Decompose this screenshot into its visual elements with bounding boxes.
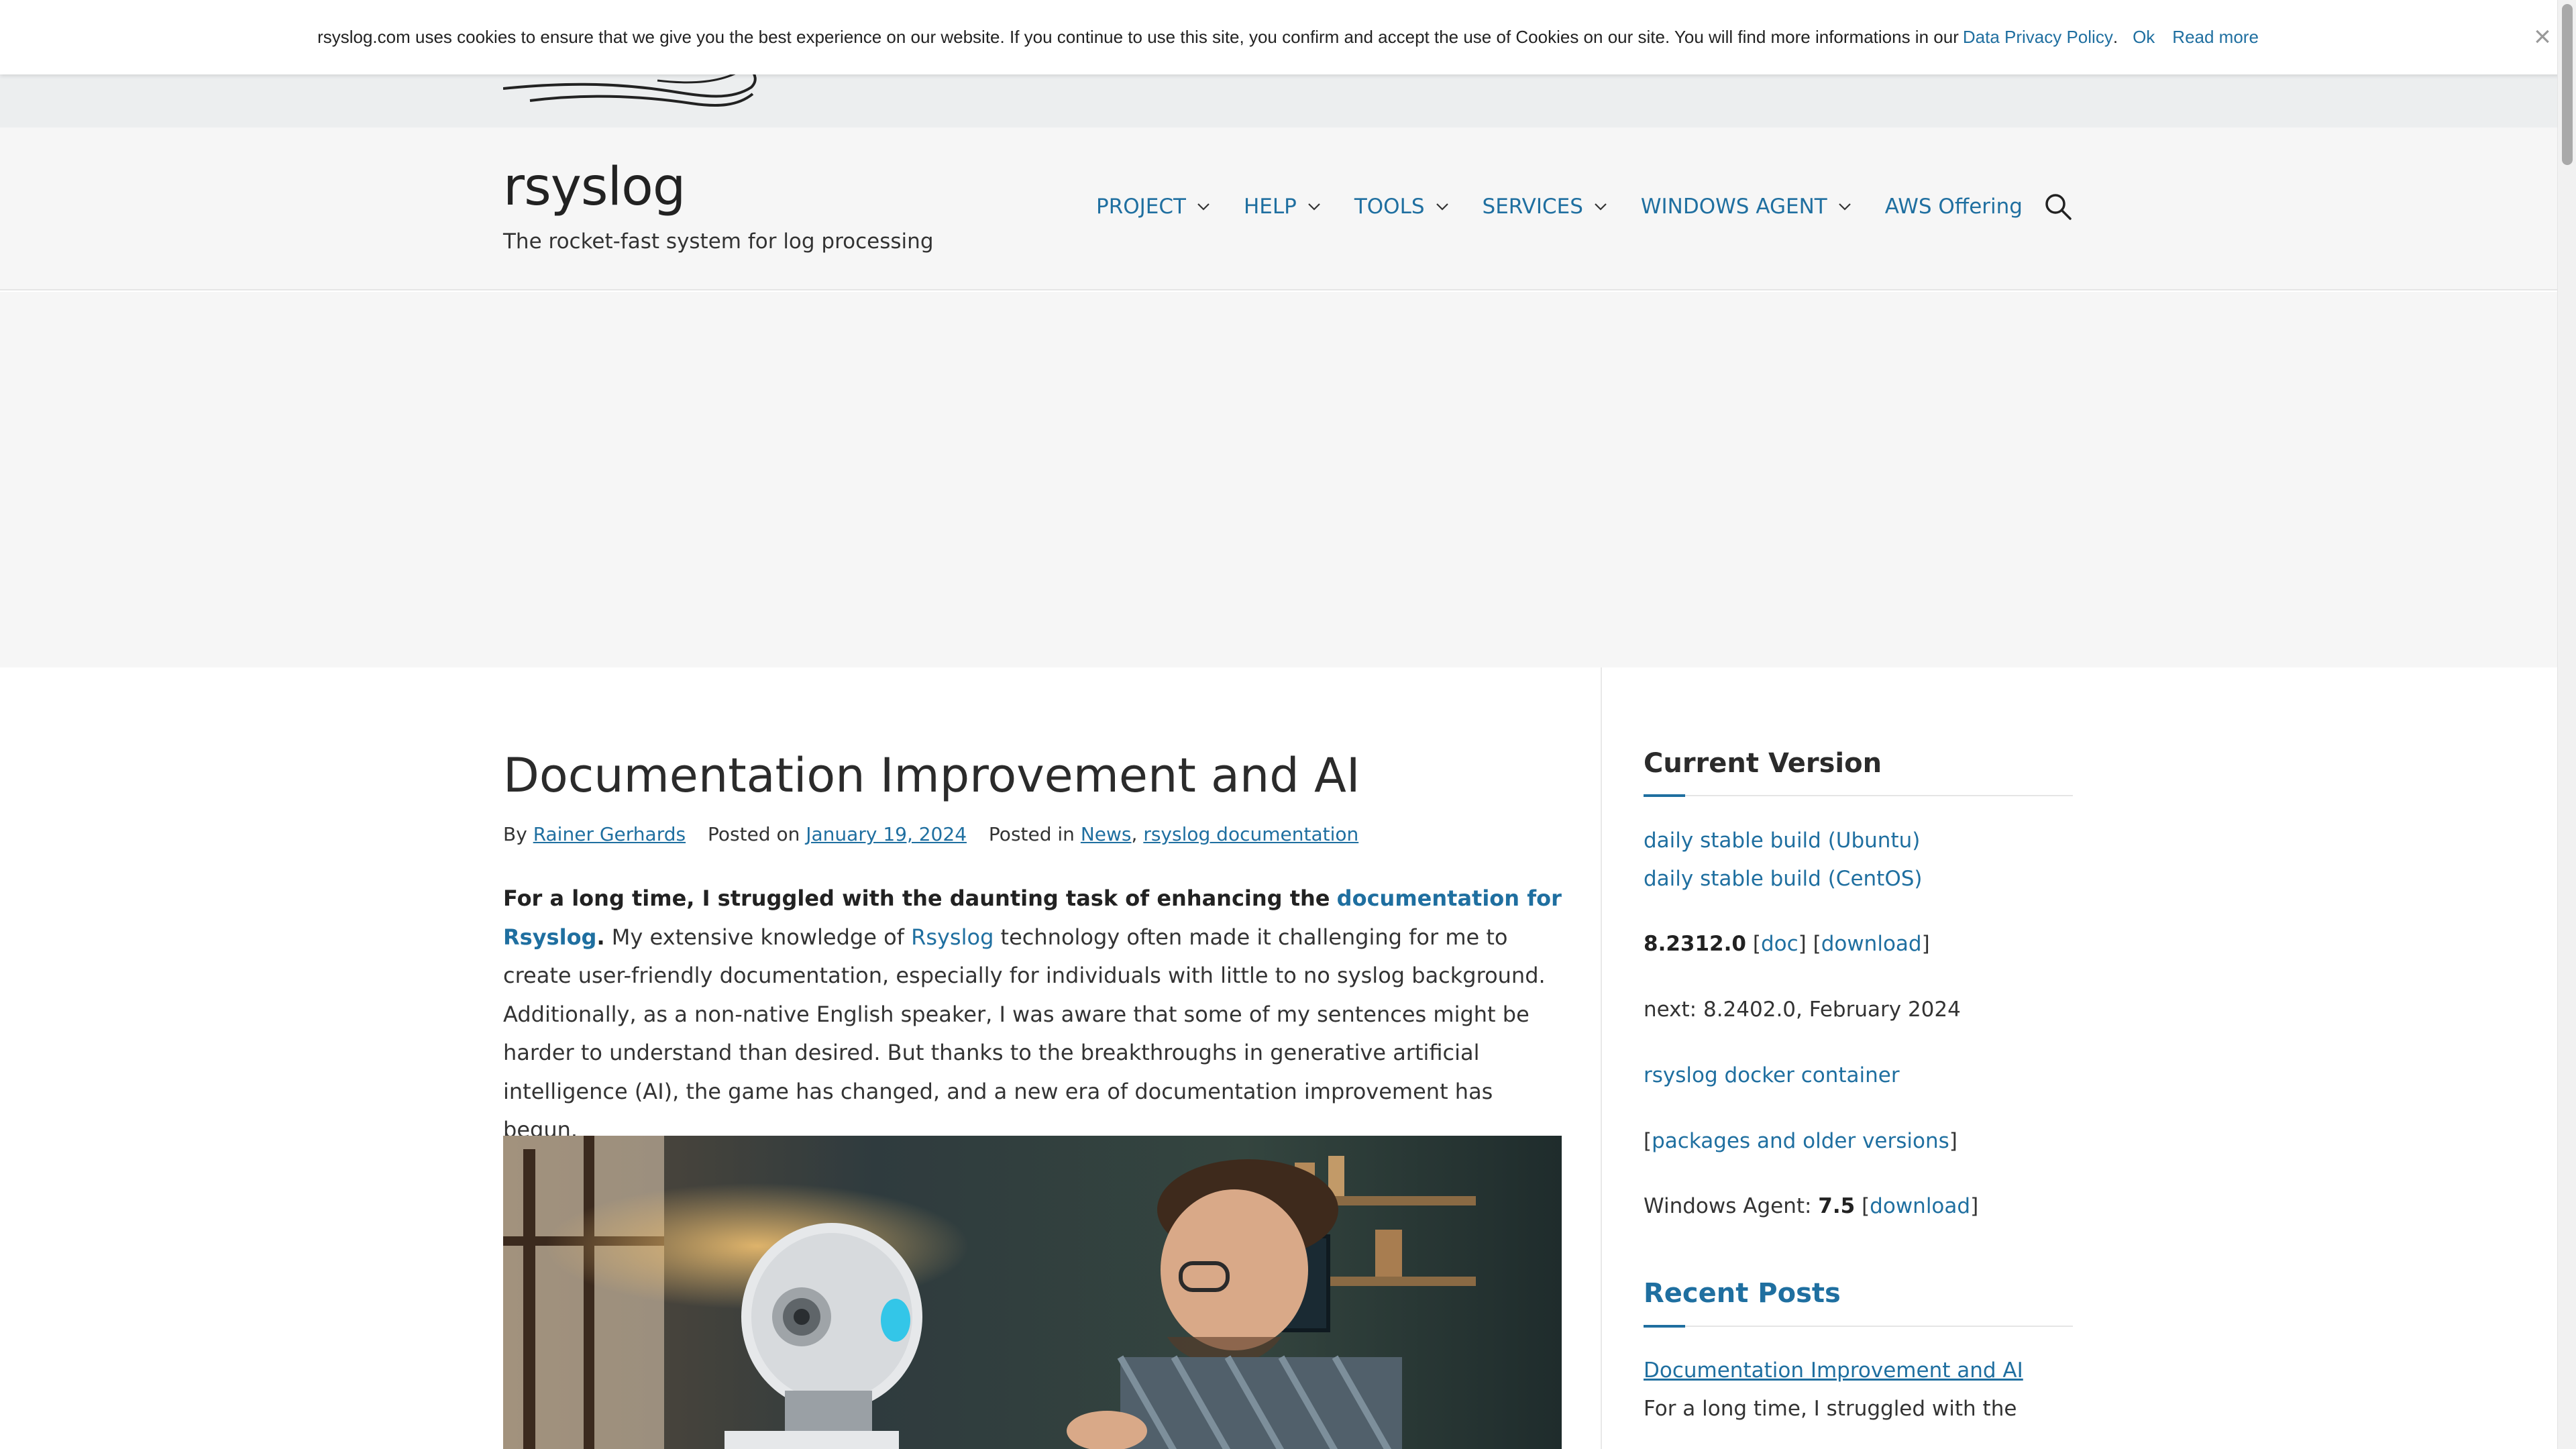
body-text-part-2: technology often made it challenging for… [503,924,1546,1143]
posted-on-label: Posted on [707,823,800,845]
windows-agent-version: 7.5 [1818,1194,1856,1218]
next-version-text: next: 8.2402.0, February 2024 [1644,998,1961,1022]
nav-item-aws-offering[interactable]: AWS Offering [1885,195,2023,219]
nav-item-services[interactable]: SERVICES [1483,195,1609,219]
banner-area [0,292,2557,667]
search-icon[interactable] [2043,192,2073,221]
lead-text: For a long time, I struggled with the da… [503,885,1330,911]
cookie-consent-bar: rsyslog.com uses cookies to ensure that … [0,0,2576,74]
windows-agent-download-link[interactable]: download [1870,1194,1970,1218]
version-doc-link[interactable]: doc [1761,932,1799,956]
chevron-down-icon [1436,203,1448,211]
category-link-news[interactable]: News [1081,823,1132,845]
post-body: For a long time, I struggled with the da… [503,879,1563,1150]
windows-agent-label: Windows Agent: [1644,1194,1812,1218]
post-featured-image [503,1136,1562,1449]
docker-line: rsyslog docker container [1644,1063,1900,1087]
nav-item-label: PROJECT [1096,195,1186,219]
widget-divider [1644,1325,2073,1328]
body-text-part-1: My extensive knowledge of [611,924,904,950]
cookie-ok-button[interactable]: Ok [2133,27,2155,48]
by-label: By [503,823,527,845]
docker-container-link[interactable]: rsyslog docker container [1644,1063,1900,1087]
site-title[interactable]: rsyslog [503,157,686,217]
chevron-down-icon [1308,203,1320,211]
close-icon[interactable]: × [2529,20,2556,54]
current-version-number: 8.2312.0 [1644,932,1746,956]
site-tagline: The rocket-fast system for log processin… [503,229,934,254]
nav-item-label: TOOLS [1354,195,1425,219]
nav-item-windows-agent[interactable]: WINDOWS AGENT [1641,195,1853,219]
chevron-down-icon [1197,203,1210,211]
ubuntu-build-link[interactable]: daily stable build (Ubuntu) [1644,828,1920,853]
lead-period: . [596,924,605,950]
version-download-link[interactable]: download [1821,932,1922,956]
chevron-down-icon [1595,203,1607,211]
post-title: Documentation Improvement and AI [503,748,1360,803]
chevron-down-icon [1838,203,1851,211]
posted-in-label: Posted in [988,823,1075,845]
recent-post-item: Documentation Improvement and AI [1644,1358,2023,1383]
recent-post-excerpt: For a long time, I struggled with the [1644,1397,2017,1421]
ubuntu-build-line: daily stable build (Ubuntu) [1644,828,1920,853]
rsyslog-link[interactable]: Rsyslog [911,924,994,950]
nav-item-project[interactable]: PROJECT [1096,195,1212,219]
nav-item-label: HELP [1243,195,1297,219]
post-meta: By Rainer Gerhards Posted on January 19,… [503,823,1358,845]
version-line: 8.2312.0 [doc] [download] [1644,932,1930,956]
widget-divider [1644,794,2073,797]
author-link[interactable]: Rainer Gerhards [533,823,686,845]
nav-item-label: SERVICES [1482,195,1583,219]
windows-agent-line: Windows Agent: 7.5 [download] [1644,1194,1979,1218]
centos-build-link[interactable]: daily stable build (CentOS) [1644,867,1923,891]
site-header: rsyslog The rocket-fast system for log p… [0,127,2557,290]
main-nav: PROJECT HELP TOOLS SERVICES WINDOWS AGEN… [1096,195,2023,219]
nav-item-label: AWS Offering [1884,195,2023,219]
nav-item-tools[interactable]: TOOLS [1354,195,1450,219]
cookie-read-more-link[interactable]: Read more [2172,27,2259,48]
category-link-rsyslog-documentation[interactable]: rsyslog documentation [1143,823,1358,845]
privacy-policy-link[interactable]: Data Privacy Policy [1963,27,2113,48]
recent-post-link[interactable]: Documentation Improvement and AI [1644,1358,2023,1383]
centos-build-line: daily stable build (CentOS) [1644,867,1923,891]
recent-posts-title: Recent Posts [1644,1278,1841,1309]
cookie-period: . [2112,27,2118,47]
current-version-title: Current Version [1644,748,1882,779]
category-separator: , [1131,823,1138,845]
cookie-message: rsyslog.com uses cookies to ensure that … [317,27,1959,47]
packages-line: [packages and older versions] [1644,1129,1957,1153]
scrollbar-thumb[interactable] [2562,4,2573,165]
content-divider [1601,667,1602,1449]
packages-link[interactable]: packages and older versions [1652,1129,1949,1153]
nav-item-help[interactable]: HELP [1244,195,1322,219]
post-date-link[interactable]: January 19, 2024 [806,823,967,845]
page-scrollbar[interactable] [2557,0,2576,1449]
nav-item-label: WINDOWS AGENT [1640,195,1827,219]
